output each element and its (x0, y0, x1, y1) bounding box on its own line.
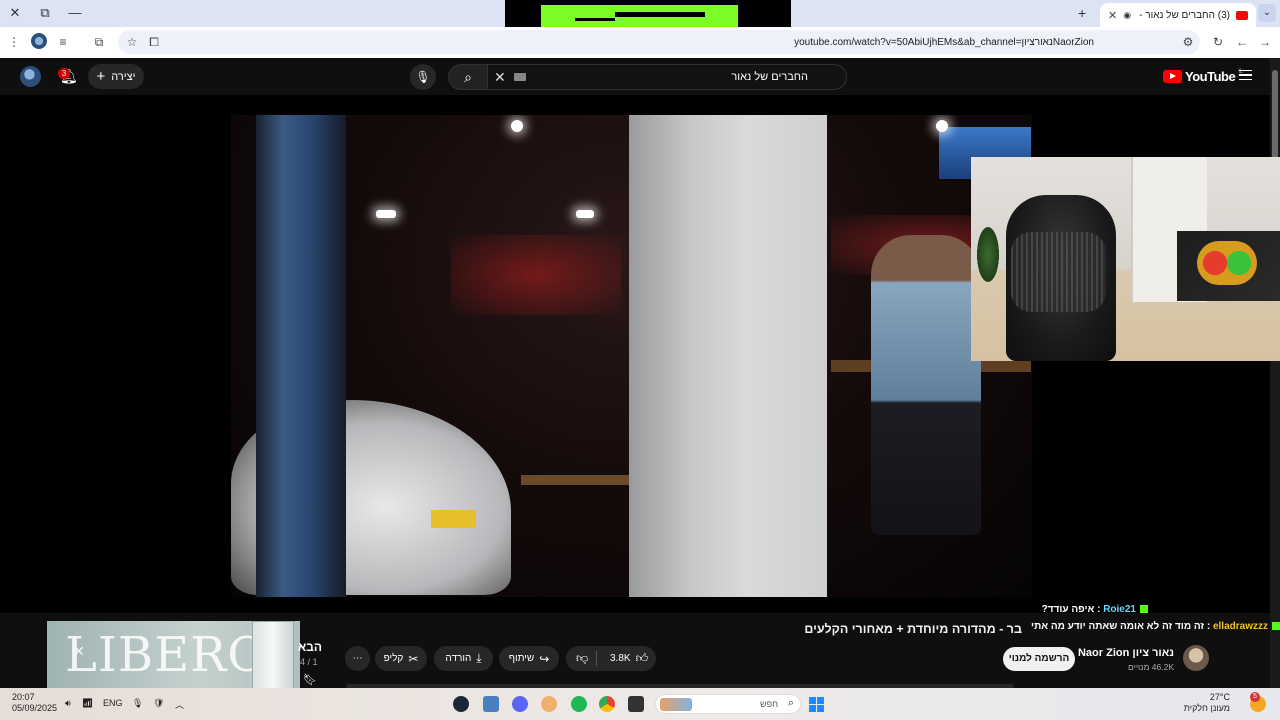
tray-overflow-chevron-icon[interactable]: ︿ (175, 698, 184, 711)
windows-start-icon[interactable] (809, 697, 824, 712)
like-dislike-group: 👍︎ 3.8K 👎︎ (566, 646, 656, 671)
widget-notification-badge: 5 (1250, 692, 1260, 702)
kebab-menu-icon[interactable]: ⋮ (6, 34, 22, 50)
notification-count-badge: 3 (58, 68, 70, 79)
extensions-icon[interactable]: ⧉ (91, 34, 107, 50)
search-icon: ⌕ (787, 697, 794, 709)
video-frame[interactable] (231, 115, 1032, 597)
recording-overlay (505, 0, 791, 30)
voice-search-mic-icon[interactable]: 🎙︎ (410, 64, 436, 90)
page-scrollbar[interactable] (1270, 58, 1280, 688)
youtube-favicon-icon (1236, 10, 1248, 20)
profile-avatar-icon[interactable] (31, 33, 47, 49)
keyboard-icon[interactable] (514, 73, 526, 81)
plus-icon: + (96, 68, 106, 85)
webcam-overlay (971, 157, 1280, 361)
windows-taskbar: 20:07 05/09/2025 🔊︎ 📶︎ ENG 🎙︎ 🛡︎ ︿ חפש ⌕… (0, 688, 1280, 720)
youtube-header: 🔔︎ יצירה + 🎙︎ ⌕ ✕ החברים של נאור YouTube… (0, 58, 1270, 95)
tab-close-icon[interactable]: ✕ (1108, 9, 1117, 22)
ad-close-icon[interactable]: ✕ (73, 643, 85, 660)
search-query-text: החברים של נאור (731, 71, 808, 83)
like-divider (596, 651, 597, 666)
tab-title: (3) החברים של נאור - הפיק (1137, 9, 1230, 21)
close-window-icon[interactable]: ✕ (5, 4, 25, 22)
reading-list-icon[interactable]: ≡ (55, 34, 71, 50)
perfume-bottle-image (252, 621, 294, 692)
youtube-play-icon (1163, 70, 1182, 83)
discord-app-icon[interactable] (512, 696, 528, 712)
kick-badge-icon (1140, 605, 1148, 614)
playlist-next-label: הבא (298, 640, 322, 654)
clip-button[interactable]: ✂ קליפ (375, 646, 427, 671)
new-tab-button[interactable]: + (1078, 5, 1092, 21)
playlist-position: 4 / 1 (300, 657, 318, 667)
clear-search-icon[interactable]: ✕ (494, 69, 506, 86)
create-label: יצירה (111, 70, 136, 83)
weather-widget[interactable]: 27°C מעונן חלקית (1184, 692, 1230, 714)
restore-window-icon[interactable]: ⧉ (35, 4, 55, 22)
language-indicator[interactable]: ENG (103, 698, 123, 708)
clock[interactable]: 20:07 05/09/2025 (12, 692, 57, 714)
bookmark-star-icon[interactable]: ☆ (124, 34, 140, 50)
taskbar-search[interactable]: חפש ⌕ (655, 694, 801, 714)
kick-badge-icon (1272, 622, 1280, 631)
spotify-app-icon[interactable] (571, 696, 587, 712)
like-count: 3.8K (610, 653, 631, 664)
url-text[interactable]: youtube.com/watch?v=50AbiUjhEMs&ab_chann… (794, 37, 1094, 48)
thumbs-down-icon[interactable]: 👎︎ (576, 651, 588, 666)
audio-playing-icon[interactable]: ◉ (1123, 10, 1131, 21)
scissors-icon: ✂ (408, 651, 419, 666)
ad-brand-logo: LIBERO (65, 627, 268, 683)
address-bar[interactable]: ☆ ⧠ youtube.com/watch?v=50AbiUjhEMs&ab_c… (118, 30, 1200, 54)
network-icon[interactable]: 📶︎ (82, 698, 93, 709)
like-button[interactable]: 👍︎ 3.8K (610, 651, 648, 666)
app-icon[interactable] (541, 696, 557, 712)
back-arrow-icon[interactable]: ← (1234, 34, 1250, 50)
chat-message: elladrawzzz : זה מוד זה לא אומה שאתה יוד… (1031, 621, 1280, 632)
forward-arrow-icon[interactable]: → (1257, 34, 1273, 50)
download-button[interactable]: ⤓ הורדה (434, 646, 493, 671)
download-icon: ⤓ (476, 651, 482, 665)
steam-app-icon[interactable] (453, 696, 469, 712)
browser-tab-youtube[interactable]: (3) החברים של נאור - הפיק ◉ ✕ (1100, 3, 1256, 27)
reload-icon[interactable]: ↻ (1210, 34, 1226, 50)
calculator-app-icon[interactable] (483, 696, 499, 712)
search-highlight-image (660, 698, 692, 711)
channel-name[interactable]: נאור ציון Naor Zion (1078, 647, 1174, 659)
share-button[interactable]: ↪ שיתוף (499, 646, 559, 671)
minimize-window-icon[interactable]: — (65, 4, 85, 22)
subscriber-count: 46.2K מנויים (1128, 662, 1174, 672)
install-app-icon[interactable]: ⧠ (146, 34, 162, 50)
create-button[interactable]: יצירה + (88, 64, 144, 89)
terminal-app-icon[interactable] (628, 696, 644, 712)
video-title: בר - מהדורה מיוחדת + מאחורי הקלעים (804, 622, 1022, 636)
user-avatar[interactable] (20, 66, 41, 87)
search-button[interactable]: ⌕ (448, 64, 488, 90)
hamburger-menu-icon[interactable] (1239, 70, 1252, 80)
channel-avatar[interactable] (1183, 645, 1209, 671)
volume-icon[interactable]: 🔊︎ (65, 698, 71, 709)
security-tray-icon[interactable]: 🛡︎ (153, 698, 164, 709)
video-player[interactable] (0, 95, 1280, 613)
browser-toolbar: ⋮ ≡ ⧉ ☆ ⧠ youtube.com/watch?v=50AbiUjhEM… (0, 27, 1280, 58)
chat-message: Roie21 : איפה עודד? (1042, 604, 1148, 615)
more-horizontal-icon: ⋯ (352, 653, 363, 664)
search-input[interactable]: ✕ החברים של נאור (487, 64, 847, 90)
chrome-app-icon[interactable] (599, 696, 615, 712)
thumbs-up-icon: 👍︎ (635, 651, 649, 665)
ad-overlay[interactable]: LIBERO ✕ (47, 621, 300, 692)
youtube-logo[interactable]: YouTube IL (1163, 69, 1243, 84)
more-actions-button[interactable]: ⋯ (345, 646, 370, 671)
bookmark-icon[interactable]: 🔖︎ (303, 673, 317, 686)
tab-search-chevron-icon[interactable]: ⌄ (1258, 4, 1276, 22)
site-settings-icon[interactable]: ⚙ (1180, 34, 1196, 50)
share-arrow-icon: ↪ (539, 651, 550, 666)
microphone-tray-icon[interactable]: 🎙︎ (132, 698, 143, 709)
subscribe-button[interactable]: הרשמה למנוי (1003, 647, 1075, 671)
